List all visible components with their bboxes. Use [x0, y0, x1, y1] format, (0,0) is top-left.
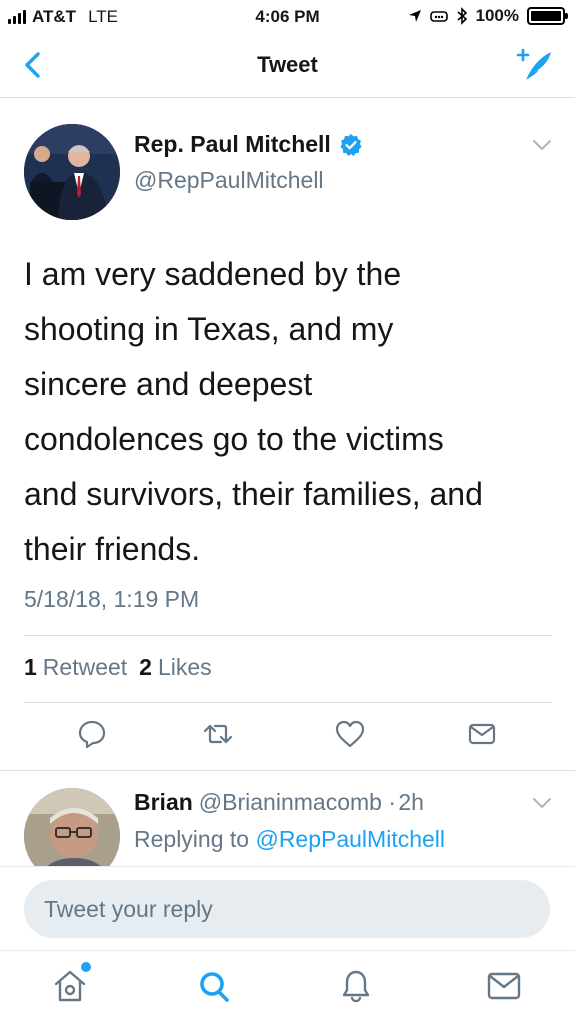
compose-reply-bar	[0, 866, 575, 950]
reply-input[interactable]	[24, 880, 550, 938]
avatar[interactable]	[24, 124, 120, 220]
status-icons: 100%	[408, 6, 568, 26]
reply-author-handle[interactable]: @Brianinmacomb	[199, 789, 382, 815]
direct-message-icon[interactable]	[466, 718, 498, 750]
status-bar: AT&T LTE 4:06 PM 100%	[0, 0, 575, 34]
compose-tweet-icon[interactable]	[515, 46, 553, 84]
engagement-counts: 1 Retweet 2 Likes	[24, 654, 212, 681]
tweet-actions	[0, 718, 575, 754]
reply-header: Brian @Brianinmacomb · 2h	[134, 789, 424, 816]
author-display-name[interactable]: Rep. Paul Mitchell	[134, 131, 331, 158]
reply-separator: ·	[388, 789, 396, 815]
retweet-count-link[interactable]: 1 Retweet	[24, 654, 127, 681]
notifications-icon[interactable]	[336, 965, 376, 1007]
like-count: 2	[139, 654, 152, 680]
messages-icon[interactable]	[484, 965, 524, 1007]
divider	[0, 770, 575, 771]
author-handle[interactable]: @RepPaulMitchell	[134, 167, 324, 194]
tweet-text-line: and survivors, their families, and	[24, 476, 483, 512]
tweet-text-line: sincere and deepest	[24, 366, 313, 402]
bluetooth-icon	[456, 7, 467, 25]
battery-icon	[527, 7, 568, 25]
tweet-text-line: their friends.	[24, 531, 201, 567]
location-icon	[408, 10, 421, 22]
reply-icon[interactable]	[76, 718, 108, 750]
battery-percent: 100%	[475, 6, 519, 25]
divider	[24, 702, 552, 703]
nav-bar: Tweet	[0, 34, 575, 98]
chevron-down-icon[interactable]	[531, 796, 553, 810]
like-count-label: Likes	[157, 654, 212, 680]
profile-photo	[24, 124, 120, 220]
tweet-text-line: shooting in Texas, and my	[24, 311, 394, 347]
tweet-text-line: condolences go to the victims	[24, 421, 444, 457]
divider	[24, 635, 552, 636]
alarm-icon	[429, 11, 448, 22]
reply-time: 2h	[398, 789, 424, 815]
replying-to: Replying to @RepPaulMitchell	[134, 826, 445, 853]
chevron-down-icon[interactable]	[531, 138, 553, 152]
author-name-row: Rep. Paul Mitchell	[134, 131, 363, 158]
reply-author-name[interactable]: Brian	[134, 789, 193, 815]
verified-badge-icon	[340, 133, 362, 156]
tweet-text: I am very saddened by the shooting in Te…	[24, 247, 554, 577]
like-icon[interactable]	[334, 718, 366, 750]
search-icon[interactable]	[194, 965, 234, 1007]
page-title: Tweet	[257, 52, 318, 77]
unread-indicator	[81, 962, 91, 972]
replying-to-prefix: Replying to	[134, 826, 250, 852]
retweet-count: 1	[24, 654, 37, 680]
tweet-text-line: I am very saddened by the	[24, 256, 402, 292]
tweet-timestamp: 5/18/18, 1:19 PM	[24, 586, 200, 612]
replying-to-handle[interactable]: @RepPaulMitchell	[255, 826, 445, 852]
retweet-count-label: Retweet	[42, 654, 128, 680]
like-count-link[interactable]: 2 Likes	[139, 654, 212, 681]
retweet-icon[interactable]	[202, 718, 234, 750]
